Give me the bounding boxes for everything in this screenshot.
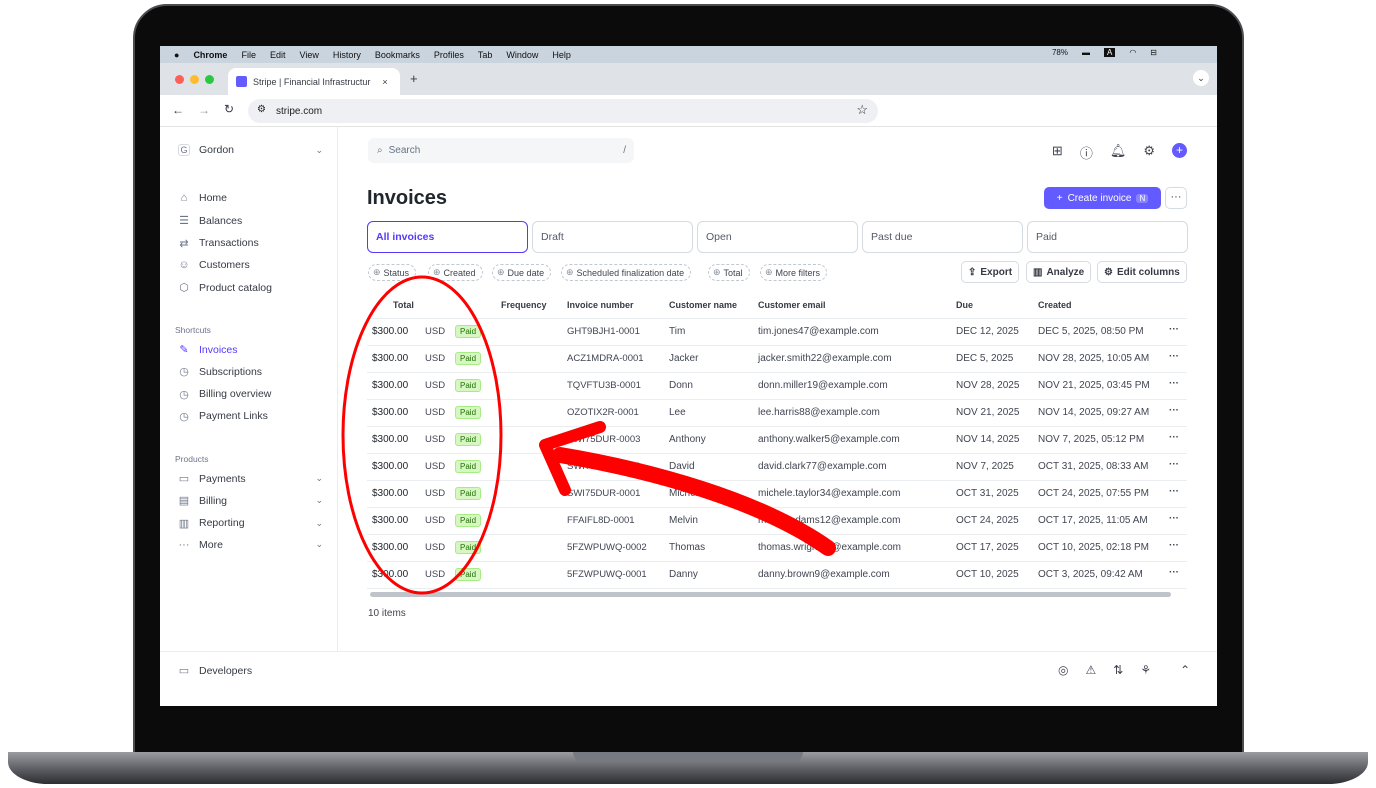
red-arrow-shaft — [552, 447, 836, 556]
annotation-overlay — [341, 275, 836, 595]
red-circle-annotation — [341, 275, 503, 595]
